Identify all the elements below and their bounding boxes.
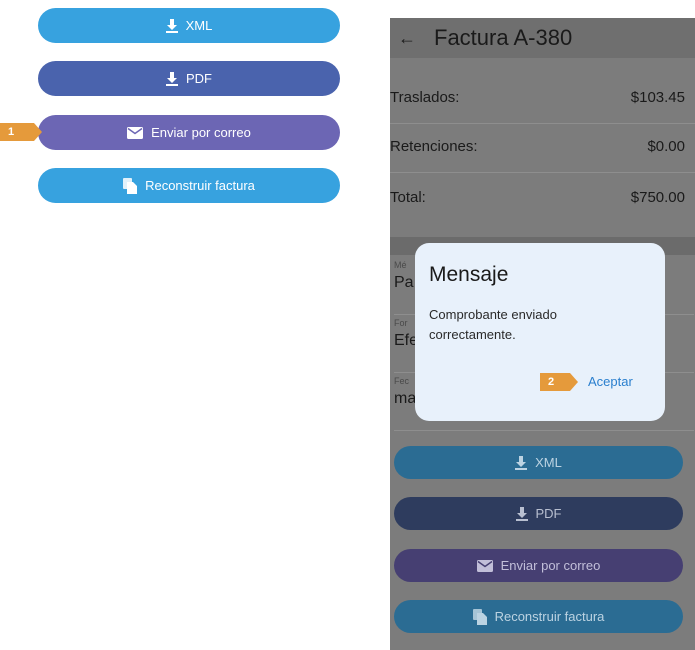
download-icon [165,18,178,33]
email-button-label: Enviar por correo [151,125,251,140]
phone-rebuild-label: Reconstruir factura [494,609,605,624]
app-bar: ← Factura A-380 [390,18,695,58]
row-label: Retenciones: [390,138,478,155]
phone-xml-button[interactable]: XML [394,446,683,479]
phone-xml-label: XML [535,455,562,470]
row-label: Total: [390,188,426,206]
field-value: Pa [394,274,414,291]
rebuild-button-label: Reconstruir factura [145,178,255,193]
arrow-left-icon[interactable]: ← [398,28,434,49]
message-dialog: Mensaje Comprobante enviado correctament… [415,243,665,421]
step-number: 2 [540,373,570,391]
download-icon [515,455,528,470]
phone-email-label: Enviar por correo [500,558,601,573]
summary-row-traslados: Traslados: $103.45 [390,72,695,124]
field-label: Fec [394,376,410,386]
step-callout-2: 2 [540,373,578,391]
step-callout-1: 1 [0,123,42,141]
download-icon [166,71,178,86]
pdf-button-label: PDF [186,71,212,86]
field-label: Mé [394,260,407,270]
phone-rebuild-button[interactable]: Reconstruir factura [394,600,683,633]
phone-pdf-label: PDF [535,506,562,521]
rebuild-invoice-button[interactable]: Reconstruir factura [38,168,340,203]
row-value: $750.00 [630,188,685,206]
dialog-title: Mensaje [429,263,509,286]
copy-document-icon [123,177,138,194]
send-email-button[interactable]: Enviar por correo [38,115,340,150]
phone-email-button[interactable]: Enviar por correo [394,549,683,582]
row-label: Traslados: [390,89,460,106]
summary-row-retenciones: Retenciones: $0.00 [390,121,695,173]
accept-button[interactable]: Aceptar [588,374,633,389]
phone-pdf-button[interactable]: PDF [394,497,683,530]
copy-document-icon [472,608,487,625]
mail-icon [127,126,144,139]
pdf-download-button[interactable]: PDF [38,61,340,96]
row-value: $0.00 [647,138,685,155]
step-number: 1 [0,123,34,141]
row-value: $103.45 [630,89,685,106]
page-title: Factura A-380 [434,25,573,50]
field-value: ma [394,390,417,407]
field-label: For [394,318,408,328]
dialog-message: Comprobante enviado correctamente. [429,307,557,342]
summary-row-total: Total: $750.00 [390,171,695,223]
xml-button-label: XML [185,18,213,33]
mail-icon [476,559,493,572]
xml-download-button[interactable]: XML [38,8,340,43]
download-icon [515,506,528,521]
